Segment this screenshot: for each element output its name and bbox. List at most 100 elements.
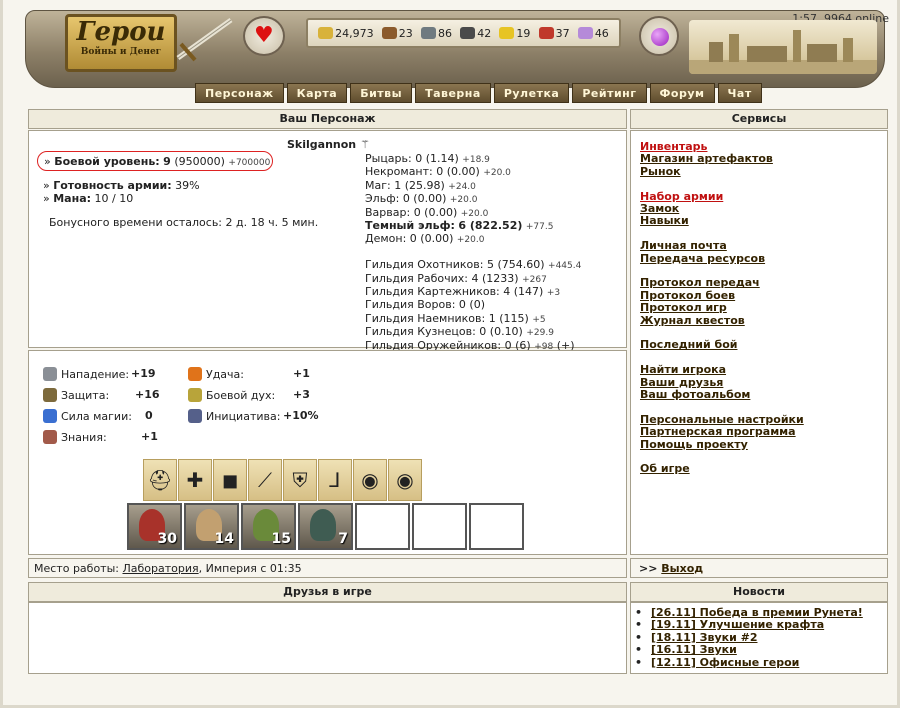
service-link[interactable]: Ваш фотоальбом — [640, 388, 804, 401]
service-link[interactable]: Помощь проекту — [640, 438, 804, 451]
creature-count: 30 — [157, 531, 177, 547]
news-item: • [12.11] Офисные герои — [635, 656, 863, 669]
boots-icon[interactable]: ⅃ — [318, 459, 352, 501]
service-link[interactable]: Протокол игр — [640, 301, 804, 314]
resource-value: 46 — [594, 26, 609, 40]
creature-count: 14 — [214, 531, 234, 547]
skill-row: Темный эльф: 6 (822.52) +77.5 — [365, 219, 554, 233]
skills-list: Рыцарь: 0 (1.14) +18.9 Некромант: 0 (0.00… — [365, 152, 581, 353]
character-stats-panel: Нападение: +19 Защита: +16 Сила магии: 0 Знани… — [28, 350, 627, 555]
news-link[interactable]: [12.11] Офисные герои — [651, 656, 799, 669]
skill-row: Варвар: 0 (0.00) +20.0 — [365, 205, 489, 219]
resource-value: 37 — [555, 26, 570, 40]
nav-item-0[interactable]: Персонаж — [195, 83, 284, 103]
news-panel: • [26.11] Победа в премии Рунета! • [19.11]… — [630, 602, 888, 674]
resource-0: 24,973 — [318, 27, 374, 40]
army-slot[interactable] — [469, 503, 524, 550]
nav-item-4[interactable]: Рулетка — [493, 83, 570, 103]
service-link[interactable]: Партнерская программа — [640, 425, 804, 438]
sword-decoration-icon — [176, 17, 233, 62]
creature-count: 15 — [271, 531, 291, 547]
resource-value: 86 — [438, 26, 452, 40]
service-link[interactable]: Последний бой — [640, 339, 804, 352]
character-name[interactable]: Skilgannon ⚚ — [287, 138, 370, 151]
shield-item-icon[interactable]: ⛨ — [283, 459, 317, 501]
service-link[interactable]: Передача ресурсов — [640, 252, 804, 265]
workplace-link[interactable]: Лаборатория — [122, 562, 198, 575]
army-slot[interactable] — [412, 503, 467, 550]
gold-icon — [318, 27, 334, 39]
skill-row: Некромант: 0 (0.00) +20.0 — [365, 165, 511, 179]
friends-panel — [28, 602, 627, 674]
flask-icon — [188, 409, 202, 423]
news-link[interactable]: [19.11] Улучшение крафта — [651, 618, 824, 631]
news-title: Новости — [630, 582, 888, 602]
resource-4: 19 — [499, 27, 530, 40]
army-row: 30 14 15 7 — [127, 503, 526, 550]
resource-3: 42 — [460, 27, 491, 40]
potion-icon — [651, 28, 669, 46]
army-slot[interactable]: 30 — [127, 503, 182, 550]
mana-indicator[interactable] — [639, 16, 679, 56]
service-link[interactable]: Рынок — [640, 165, 804, 178]
shield-icon — [43, 388, 57, 402]
bullet-icon: • — [635, 643, 643, 657]
service-link[interactable]: Навыки — [640, 215, 804, 228]
nav-item-7[interactable]: Чат — [717, 83, 762, 103]
stat-4: Удача: — [188, 367, 244, 381]
news-list: • [26.11] Победа в премии Рунета! • [19.11]… — [635, 606, 863, 669]
health-indicator[interactable]: ♥ — [243, 16, 285, 56]
character-name-text: Skilgannon — [287, 138, 357, 151]
nav-item-3[interactable]: Таверна — [415, 83, 491, 103]
service-link[interactable]: Личная почта — [640, 239, 804, 252]
ring-icon[interactable]: ◉ — [353, 459, 387, 501]
services-title: Сервисы — [630, 109, 888, 129]
game-logo[interactable]: Герои Войны и Денег — [65, 14, 177, 72]
book-icon — [43, 430, 57, 444]
army-slot[interactable] — [355, 503, 410, 550]
army-slot[interactable]: 14 — [184, 503, 239, 550]
exit-link[interactable]: Выход — [661, 562, 703, 575]
bonus-time: Бонусного времени осталось: 2 д. 18 ч. 5… — [49, 216, 319, 229]
nav-item-2[interactable]: Битвы — [350, 83, 413, 103]
service-link[interactable]: Протокол передач — [640, 277, 804, 290]
service-link[interactable]: Найти игрока — [640, 363, 804, 376]
nav-item-6[interactable]: Форум — [649, 83, 715, 103]
resource-value: 42 — [477, 26, 492, 40]
service-link[interactable]: Журнал квестов — [640, 314, 804, 327]
stat-value: +1 — [293, 367, 310, 380]
resource-value: 24,973 — [335, 26, 374, 40]
news-link[interactable]: [16.11] Звуки — [651, 643, 737, 656]
news-link[interactable]: [26.11] Победа в премии Рунета! — [651, 606, 863, 619]
armor-icon[interactable]: ◼ — [213, 459, 247, 501]
nav-item-1[interactable]: Карта — [286, 83, 348, 103]
stat-6: Инициатива: — [188, 409, 280, 423]
service-link[interactable]: Магазин артефактов — [640, 152, 804, 165]
castle-image — [689, 20, 877, 74]
crystal-icon — [538, 27, 554, 39]
service-link[interactable]: Об игре — [640, 463, 804, 476]
stat-5: Боевой дух: — [188, 388, 275, 402]
army-slot[interactable]: 15 — [241, 503, 296, 550]
character-info-panel: Skilgannon ⚚ » Боевой уровень: 9 (950000… — [28, 130, 627, 352]
bullet-icon: • — [635, 618, 643, 632]
helmet-icon[interactable]: ⛑ — [143, 459, 177, 501]
gems-icon — [577, 27, 593, 39]
character-section-title: Ваш Персонаж — [28, 109, 627, 129]
stat-value: +16 — [135, 388, 160, 401]
nav-item-5[interactable]: Рейтинг — [572, 83, 647, 103]
equipment-row: ⛑ ✚ ◼ ⟋ ⛨ ⅃ ◉ ◉ — [143, 459, 423, 501]
amulet-icon[interactable]: ✚ — [178, 459, 212, 501]
creature-count: 7 — [338, 531, 348, 547]
resource-value: 23 — [398, 26, 413, 40]
skill-row: Маг: 1 (25.98) +24.0 — [365, 178, 476, 192]
workplace-bar: Место работы: Лаборатория, Империя с 01:… — [28, 558, 627, 578]
magic-wand-icon — [43, 409, 57, 423]
army-slot[interactable]: 7 — [298, 503, 353, 550]
logo-subtitle: Войны и Денег — [80, 47, 162, 57]
news-link[interactable]: [18.11] Звуки #2 — [651, 631, 758, 644]
weapon-icon[interactable]: ⟋ — [248, 459, 282, 501]
resource-value: 19 — [516, 26, 531, 40]
guild-row: Гильдия Наемников: 1 (115) +5 — [365, 311, 546, 325]
ring-icon[interactable]: ◉ — [388, 459, 422, 501]
